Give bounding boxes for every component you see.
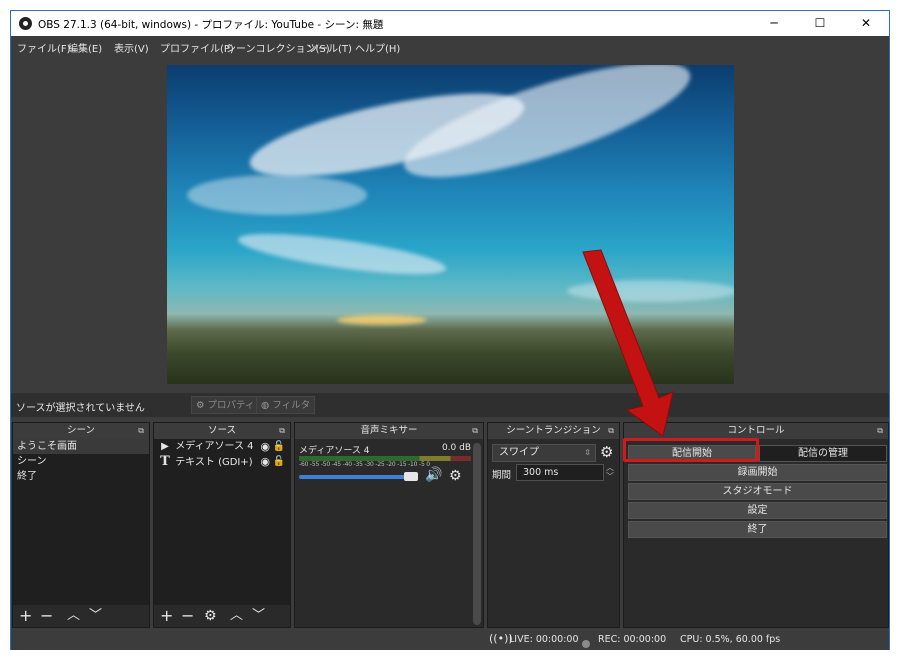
maximize-button[interactable]: ☐ xyxy=(797,11,843,36)
undock-icon[interactable]: ⧉ xyxy=(138,423,144,439)
source-toolbar: ソースが選択されていません ⚙ プロパティ ◍ フィルタ xyxy=(11,393,889,417)
speaker-icon[interactable]: 🔊 xyxy=(425,467,442,483)
minimize-button[interactable]: ─ xyxy=(751,11,797,36)
gear-icon: ⚙ xyxy=(196,400,205,411)
undock-icon[interactable]: ⧉ xyxy=(472,423,478,439)
lock-icon[interactable]: 🔓 xyxy=(273,439,285,454)
title-bar: OBS 27.1.3 (64-bit, windows) - プロファイル: Y… xyxy=(11,11,889,36)
scene-item[interactable]: シーン xyxy=(13,454,149,469)
undock-icon[interactable]: ⧉ xyxy=(877,423,883,439)
sources-footer: + − ⚙ ︿ ﹀ xyxy=(154,605,290,627)
scenes-title: シーン xyxy=(66,425,96,436)
duration-label: 期間 xyxy=(492,470,512,481)
meter-ticks: -60 -55 -50 -45 -40 -35 -30 -25 -20 -15 … xyxy=(299,461,430,468)
sun-glow xyxy=(337,315,427,325)
scene-list: ようこそ画面 シーン 終了 xyxy=(13,439,149,605)
mixer-channel-name: メディアソース 4 xyxy=(299,446,370,456)
sources-title: ソース xyxy=(207,425,237,436)
scene-transitions-dock: シーントランジション ⧉ スワイプ ⇳ ⚙ 期間 300 ms ︿ ﹀ xyxy=(487,422,620,628)
close-button[interactable]: ✕ xyxy=(843,11,889,36)
obs-logo-icon xyxy=(19,17,32,30)
menu-view[interactable]: 表示(V) xyxy=(114,40,149,55)
sources-dock: ソース ⧉ ▶ メディアソース 4 ◉ 🔓 T テキスト (GDI+) ◉ 🔓 +… xyxy=(153,422,291,628)
source-item[interactable]: ▶ メディアソース 4 ◉ 🔓 xyxy=(154,439,290,454)
chevron-updown-icon: ⇳ xyxy=(584,448,591,457)
no-source-label: ソースが選択されていません xyxy=(16,403,145,414)
obs-window: OBS 27.1.3 (64-bit, windows) - プロファイル: Y… xyxy=(10,10,890,650)
move-up-icon[interactable]: ︿ xyxy=(67,606,80,626)
move-up-icon[interactable]: ︿ xyxy=(230,606,243,626)
mixer-channel-row: メディアソース 4 0.0 dB xyxy=(299,443,471,456)
filter-icon: ◍ xyxy=(261,400,270,411)
mixer-title: 音声ミキサー xyxy=(360,425,418,436)
source-list: ▶ メディアソース 4 ◉ 🔓 T テキスト (GDI+) ◉ 🔓 xyxy=(154,439,290,605)
move-down-icon[interactable]: ﹀ xyxy=(89,606,102,626)
mixer-level: 0.0 dB xyxy=(441,443,471,453)
start-recording-button[interactable]: 録画開始 xyxy=(628,464,887,481)
scene-item[interactable]: 終了 xyxy=(13,469,149,484)
move-down-icon[interactable]: ﹀ xyxy=(252,606,265,626)
sources-header: ソース ⧉ xyxy=(154,423,290,439)
add-icon[interactable]: + xyxy=(19,606,32,626)
cloud-shape xyxy=(236,225,448,283)
menu-help[interactable]: ヘルプ(H) xyxy=(355,40,400,55)
scenes-footer: + − ︿ ﹀ xyxy=(13,605,149,627)
source-label: テキスト (GDI+) xyxy=(175,457,253,468)
eye-icon[interactable]: ◉ xyxy=(260,454,270,469)
filters-button[interactable]: ◍ フィルタ xyxy=(256,396,316,414)
transition-select[interactable]: スワイプ ⇳ xyxy=(492,444,596,462)
spin-arrows-icon[interactable]: ︿ ﹀ xyxy=(606,463,614,481)
scene-item[interactable]: ようこそ画面 xyxy=(13,439,149,454)
live-status: LIVE: 00:00:00 xyxy=(509,634,579,645)
duration-input[interactable]: 300 ms xyxy=(516,464,604,481)
eye-icon[interactable]: ◉ xyxy=(260,439,270,454)
settings-button[interactable]: 設定 xyxy=(628,502,887,519)
volume-slider-handle[interactable] xyxy=(404,472,418,481)
arrow-shape xyxy=(582,249,674,437)
remove-icon[interactable]: − xyxy=(40,606,53,626)
media-source-icon: ▶ xyxy=(161,441,169,452)
mixer-scrollbar[interactable] xyxy=(473,443,481,625)
menu-profile[interactable]: プロファイル(P) xyxy=(160,40,234,55)
undock-icon[interactable]: ⧉ xyxy=(279,423,285,439)
scenes-dock: シーン ⧉ ようこそ画面 シーン 終了 + − ︿ ﹀ xyxy=(12,422,150,628)
rec-status: REC: 00:00:00 xyxy=(598,634,667,645)
scenes-header: シーン ⧉ xyxy=(13,423,149,439)
status-bar: ((•)) LIVE: 00:00:00 REC: 00:00:00 CPU: … xyxy=(11,629,889,650)
duration-value: 300 ms xyxy=(523,467,559,478)
cloud-shape xyxy=(393,65,701,200)
manage-broadcast-button[interactable]: 配信の管理 xyxy=(759,445,887,462)
gear-icon[interactable]: ⚙ xyxy=(449,468,462,484)
cpu-status: CPU: 0.5%, 60.00 fps xyxy=(680,634,781,645)
filters-label: フィルタ xyxy=(272,400,311,411)
menu-tools[interactable]: ツール(T) xyxy=(308,40,352,55)
text-source-icon: T xyxy=(160,454,170,469)
transition-value: スワイプ xyxy=(499,447,539,458)
window-title: OBS 27.1.3 (64-bit, windows) - プロファイル: Y… xyxy=(38,19,384,31)
exit-button[interactable]: 終了 xyxy=(628,521,887,538)
add-icon[interactable]: + xyxy=(160,606,173,626)
menu-bar: ファイル(F) 編集(E) 表示(V) プロファイル(P) シーンコレクション(… xyxy=(11,36,889,56)
gear-icon[interactable]: ⚙ xyxy=(204,606,217,626)
properties-label: プロパティ xyxy=(207,400,255,411)
remove-icon[interactable]: − xyxy=(181,606,194,626)
cloud-shape xyxy=(187,175,367,215)
mixer-header: 音声ミキサー ⧉ xyxy=(295,423,483,439)
properties-button[interactable]: ⚙ プロパティ xyxy=(191,396,260,414)
menu-edit[interactable]: 編集(E) xyxy=(68,40,102,55)
audio-mixer-dock: 音声ミキサー ⧉ メディアソース 4 0.0 dB -60 -55 -50 -45… xyxy=(294,422,484,628)
controls-title: コントロール xyxy=(727,425,785,436)
source-item[interactable]: T テキスト (GDI+) ◉ 🔓 xyxy=(154,454,290,469)
lock-icon[interactable]: 🔓 xyxy=(273,454,285,469)
studio-mode-button[interactable]: スタジオモード xyxy=(628,483,887,500)
source-label: メディアソース 4 xyxy=(175,441,254,452)
red-arrow-annotation xyxy=(582,249,674,437)
menu-file[interactable]: ファイル(F) xyxy=(17,40,71,55)
volume-slider[interactable] xyxy=(299,475,415,479)
